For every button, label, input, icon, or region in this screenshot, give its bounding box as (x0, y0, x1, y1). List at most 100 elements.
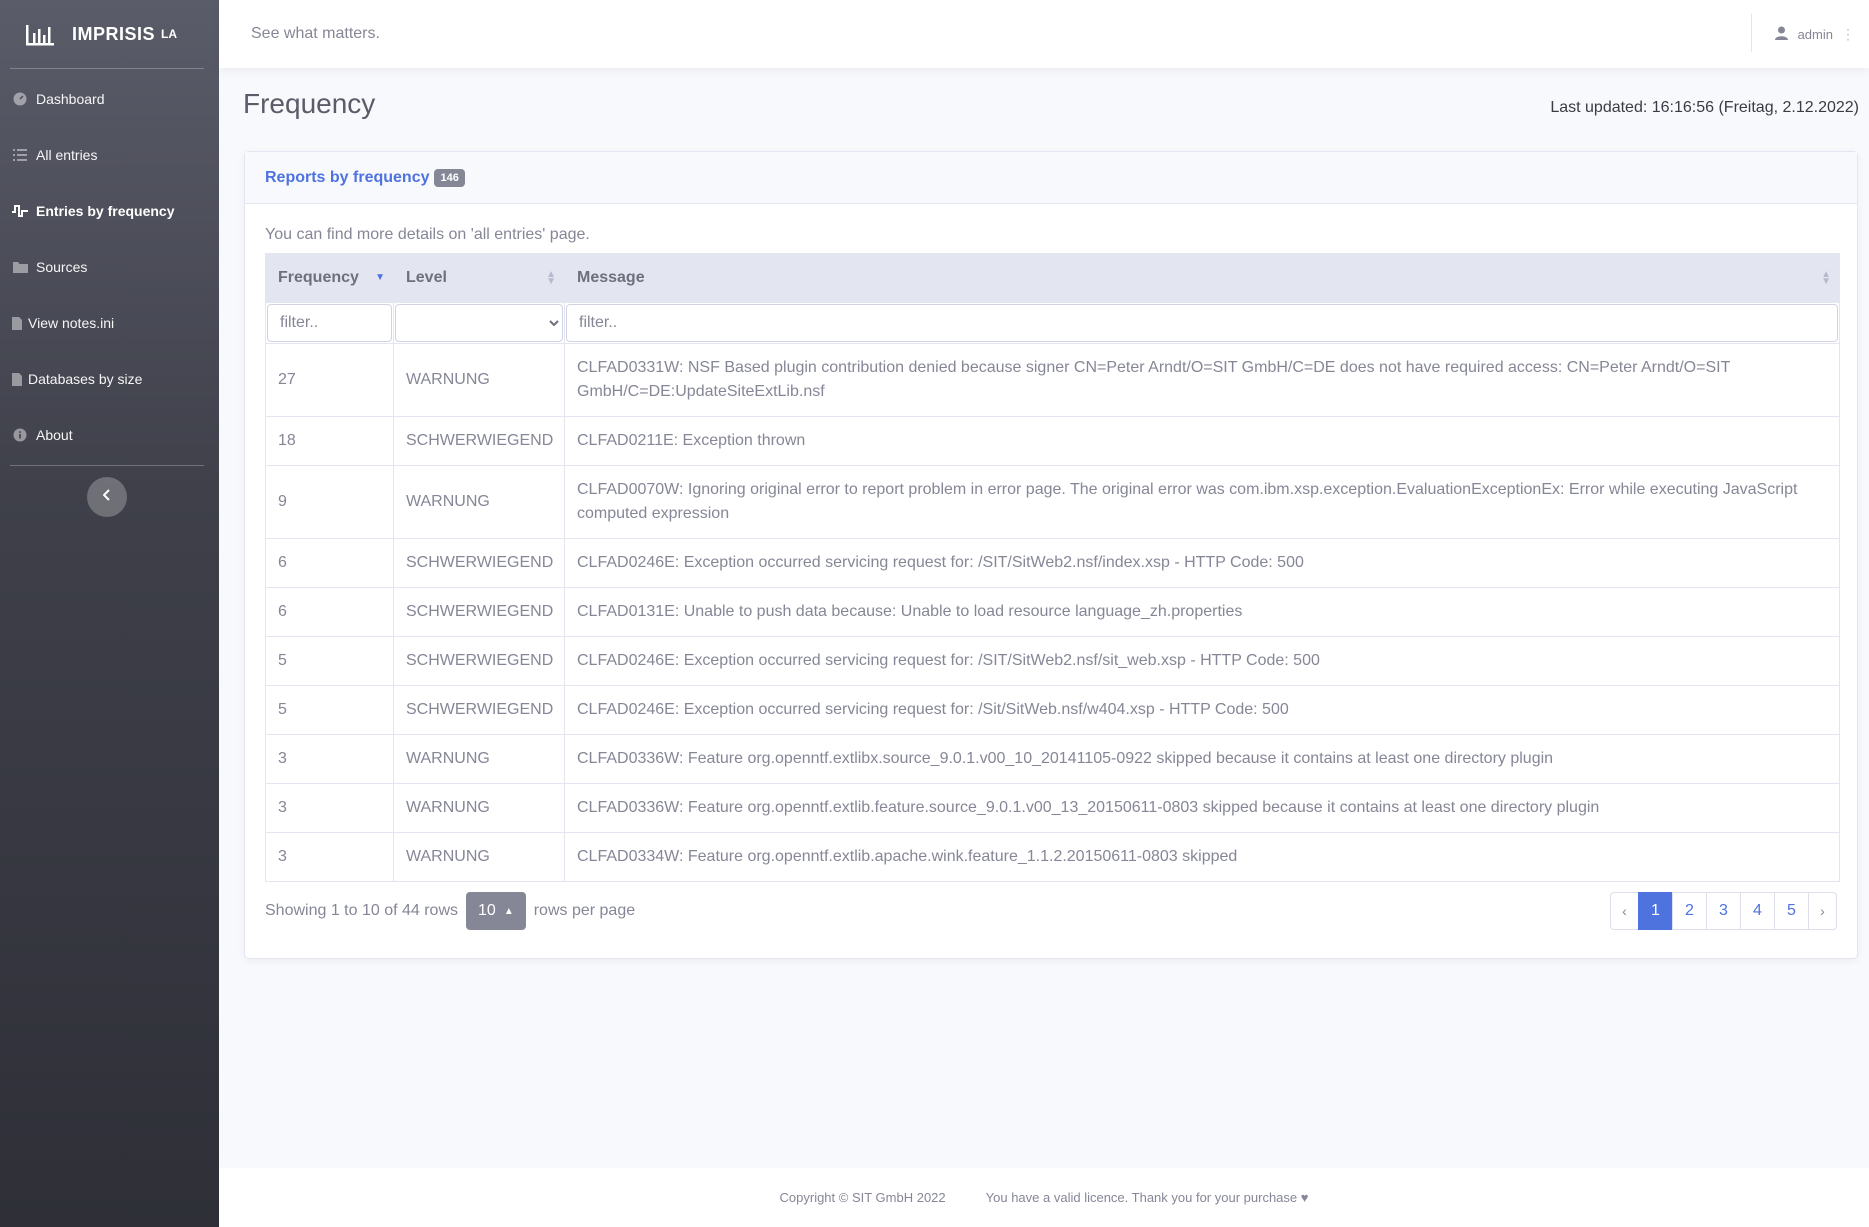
card-body: You can find more details on 'all entrie… (245, 204, 1857, 946)
frequency-cell: 9 (265, 465, 394, 539)
tagline: See what matters. (251, 25, 380, 42)
column-header-label: Message (577, 269, 645, 286)
brand-name: IMPRISIS (72, 23, 156, 44)
column-header-label: Level (406, 269, 447, 286)
table-row[interactable]: 6 SCHWERWIEGEND CLFAD0246E: Exception oc… (265, 538, 1840, 588)
frequency-icon (12, 203, 28, 219)
table-row[interactable]: 5 SCHWERWIEGEND CLFAD0246E: Exception oc… (265, 685, 1840, 735)
card-title: Reports by frequency (265, 168, 430, 186)
table-row[interactable]: 5 SCHWERWIEGEND CLFAD0246E: Exception oc… (265, 636, 1840, 686)
sidebar-item-sources[interactable]: Sources (0, 239, 219, 295)
copyright-text: Copyright © SIT GmbH 2022 (779, 1190, 946, 1205)
file-icon (12, 315, 22, 331)
table-row[interactable]: 3 WARNUNG CLFAD0334W: Feature org.opennt… (265, 832, 1840, 882)
bar-chart-logo-icon (24, 21, 56, 47)
level-cell: WARNUNG (393, 465, 565, 539)
card-header: Reports by frequency 146 (245, 152, 1857, 204)
table-row[interactable]: 9 WARNUNG CLFAD0070W: Ignoring original … (265, 465, 1840, 539)
message-cell: CLFAD0246E: Exception occurred servicing… (564, 636, 1840, 686)
sidebar-item-label: All entries (36, 147, 98, 163)
sidebar-item-label: Databases by size (28, 371, 143, 387)
frequency-cell: 3 (265, 734, 394, 784)
message-cell: CLFAD0336W: Feature org.openntf.extlibx.… (564, 734, 1840, 784)
user-icon (1774, 26, 1788, 43)
more-vertical-icon[interactable]: ⋮ (1841, 26, 1855, 43)
sort-icon: ▲ ▼ (546, 269, 556, 287)
user-menu[interactable]: admin ⋮ (1774, 0, 1855, 68)
frequency-table: Frequency ▼ Level ▲ ▼ Message ▲ ▼ filter… (265, 253, 1840, 882)
sidebar-item-all-entries[interactable]: All entries (0, 127, 219, 183)
frequency-filter-input[interactable] (267, 304, 392, 342)
pagination-info: Showing 1 to 10 of 44 rows 10 ▲ rows per… (265, 892, 635, 930)
message-cell: CLFAD0246E: Exception occurred servicing… (564, 538, 1840, 588)
message-cell: CLFAD0131E: Unable to push data because:… (564, 587, 1840, 637)
level-cell: WARNUNG (393, 783, 565, 833)
level-filter-select[interactable] (395, 304, 563, 342)
column-header-frequency[interactable]: Frequency ▼ (265, 253, 394, 303)
filter-cell (265, 302, 394, 344)
page-size-dropdown[interactable]: 10 ▲ (466, 892, 526, 930)
message-cell: CLFAD0334W: Feature org.openntf.extlib.a… (564, 832, 1840, 882)
level-cell: SCHWERWIEGEND (393, 685, 565, 735)
brand[interactable]: IMPRISIS LA (0, 0, 219, 68)
table-row[interactable]: 3 WARNUNG CLFAD0336W: Feature org.opennt… (265, 783, 1840, 833)
chevron-left-icon (102, 488, 111, 506)
page-button-2[interactable]: 2 (1672, 892, 1707, 930)
sidebar-collapse-button[interactable] (87, 477, 127, 517)
topbar-divider (1751, 14, 1752, 52)
rows-per-page-text: rows per page (533, 902, 636, 919)
page-button-5[interactable]: 5 (1774, 892, 1809, 930)
file-icon (12, 371, 22, 387)
frequency-cell: 6 (265, 538, 394, 588)
pagination: ‹ 1 2 3 4 5 › (1610, 892, 1837, 930)
level-cell: WARNUNG (393, 832, 565, 882)
level-cell: SCHWERWIEGEND (393, 636, 565, 686)
message-filter-input[interactable] (566, 304, 1838, 342)
page-size-value: 10 (478, 902, 496, 919)
sidebar: IMPRISIS LA Dashboard All entries Entrie… (0, 0, 219, 1227)
page-prev-button[interactable]: ‹ (1610, 892, 1639, 930)
caret-up-icon: ▲ (503, 905, 514, 917)
sidebar-item-label: Entries by frequency (36, 203, 175, 219)
sidebar-item-dashboard[interactable]: Dashboard (0, 71, 219, 127)
level-cell: WARNUNG (393, 734, 565, 784)
page-next-button[interactable]: › (1808, 892, 1837, 930)
column-header-message[interactable]: Message ▲ ▼ (564, 253, 1840, 303)
message-cell: CLFAD0246E: Exception occurred servicing… (564, 685, 1840, 735)
page-button-3[interactable]: 3 (1706, 892, 1741, 930)
frequency-cell: 6 (265, 587, 394, 637)
reports-card: Reports by frequency 146 You can find mo… (244, 151, 1858, 959)
message-cell: CLFAD0336W: Feature org.openntf.extlib.f… (564, 783, 1840, 833)
level-cell: WARNUNG (393, 343, 565, 417)
sidebar-item-entries-by-frequency[interactable]: Entries by frequency (0, 183, 219, 239)
licence-text: You have a valid licence. Thank you for … (985, 1190, 1309, 1205)
info-text: You can find more details on 'all entrie… (265, 226, 590, 243)
level-cell: SCHWERWIEGEND (393, 416, 565, 466)
sort-icon: ▲ ▼ (1821, 269, 1831, 287)
filter-cell (564, 302, 1840, 344)
dashboard-icon (12, 91, 28, 107)
sidebar-divider (10, 465, 204, 466)
page-button-1[interactable]: 1 (1638, 892, 1673, 930)
frequency-cell: 3 (265, 832, 394, 882)
footer: Copyright © SIT GmbH 2022 You have a val… (219, 1168, 1869, 1227)
table-row[interactable]: 3 WARNUNG CLFAD0336W: Feature org.opennt… (265, 734, 1840, 784)
topbar: See what matters. admin ⋮ (219, 0, 1869, 68)
column-header-level[interactable]: Level ▲ ▼ (393, 253, 565, 303)
level-cell: SCHWERWIEGEND (393, 587, 565, 637)
table-row[interactable]: 6 SCHWERWIEGEND CLFAD0131E: Unable to pu… (265, 587, 1840, 637)
sidebar-item-databases-by-size[interactable]: Databases by size (0, 351, 219, 407)
page-button-4[interactable]: 4 (1740, 892, 1775, 930)
sidebar-item-view-notes-ini[interactable]: View notes.ini (0, 295, 219, 351)
sidebar-item-about[interactable]: About (0, 407, 219, 463)
info-icon (12, 427, 28, 443)
sidebar-item-label: Sources (36, 259, 88, 275)
user-name: admin (1797, 26, 1833, 42)
brand-superscript: LA (161, 27, 178, 41)
table-row[interactable]: 18 SCHWERWIEGEND CLFAD0211E: Exception t… (265, 416, 1840, 466)
table-footer: Showing 1 to 10 of 44 rows 10 ▲ rows per… (265, 882, 1837, 946)
message-cell: CLFAD0070W: Ignoring original error to r… (564, 465, 1840, 539)
sidebar-nav: Dashboard All entries Entries by frequen… (0, 69, 219, 463)
table-row[interactable]: 27 WARNUNG CLFAD0331W: NSF Based plugin … (265, 343, 1840, 417)
level-cell: SCHWERWIEGEND (393, 538, 565, 588)
